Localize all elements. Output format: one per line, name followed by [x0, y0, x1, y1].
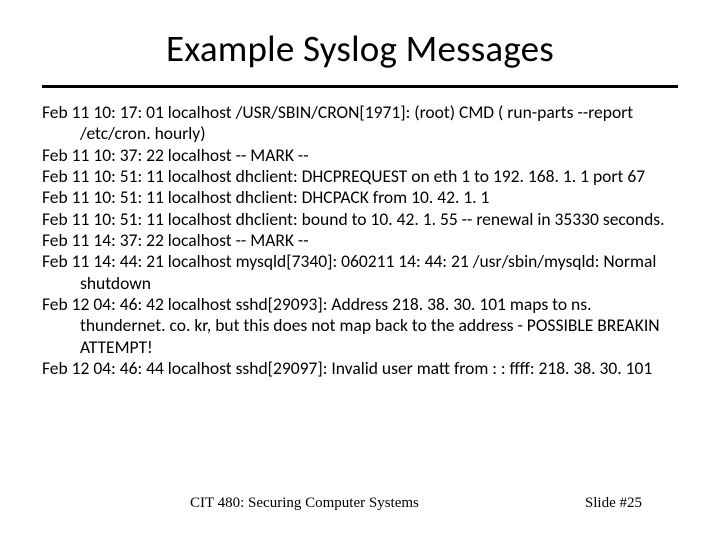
footer: CIT 480: Securing Computer Systems Slide… [0, 495, 720, 512]
log-entry: Feb 11 10: 51: 11 localhost dhclient: DH… [42, 166, 678, 187]
title-rule [42, 85, 678, 88]
log-entry: Feb 11 10: 17: 01 localhost /USR/SBIN/CR… [42, 102, 678, 145]
page-title: Example Syslog Messages [42, 18, 678, 85]
footer-course: CIT 480: Securing Computer Systems [0, 495, 419, 512]
log-body: Feb 11 10: 17: 01 localhost /USR/SBIN/CR… [42, 102, 678, 379]
footer-slide-number: Slide #25 [585, 495, 660, 512]
log-entry: Feb 11 10: 51: 11 localhost dhclient: DH… [42, 187, 678, 208]
slide: Example Syslog Messages Feb 11 10: 17: 0… [0, 0, 720, 540]
log-entry: Feb 11 10: 37: 22 localhost -- MARK -- [42, 145, 678, 166]
log-entry: Feb 11 10: 51: 11 localhost dhclient: bo… [42, 209, 678, 230]
log-entry: Feb 11 14: 37: 22 localhost -- MARK -- [42, 230, 678, 251]
log-entry: Feb 12 04: 46: 44 localhost sshd[29097]:… [42, 358, 678, 379]
log-entry: Feb 11 14: 44: 21 localhost mysqld[7340]… [42, 251, 678, 294]
log-entry: Feb 12 04: 46: 42 localhost sshd[29093]:… [42, 294, 678, 358]
